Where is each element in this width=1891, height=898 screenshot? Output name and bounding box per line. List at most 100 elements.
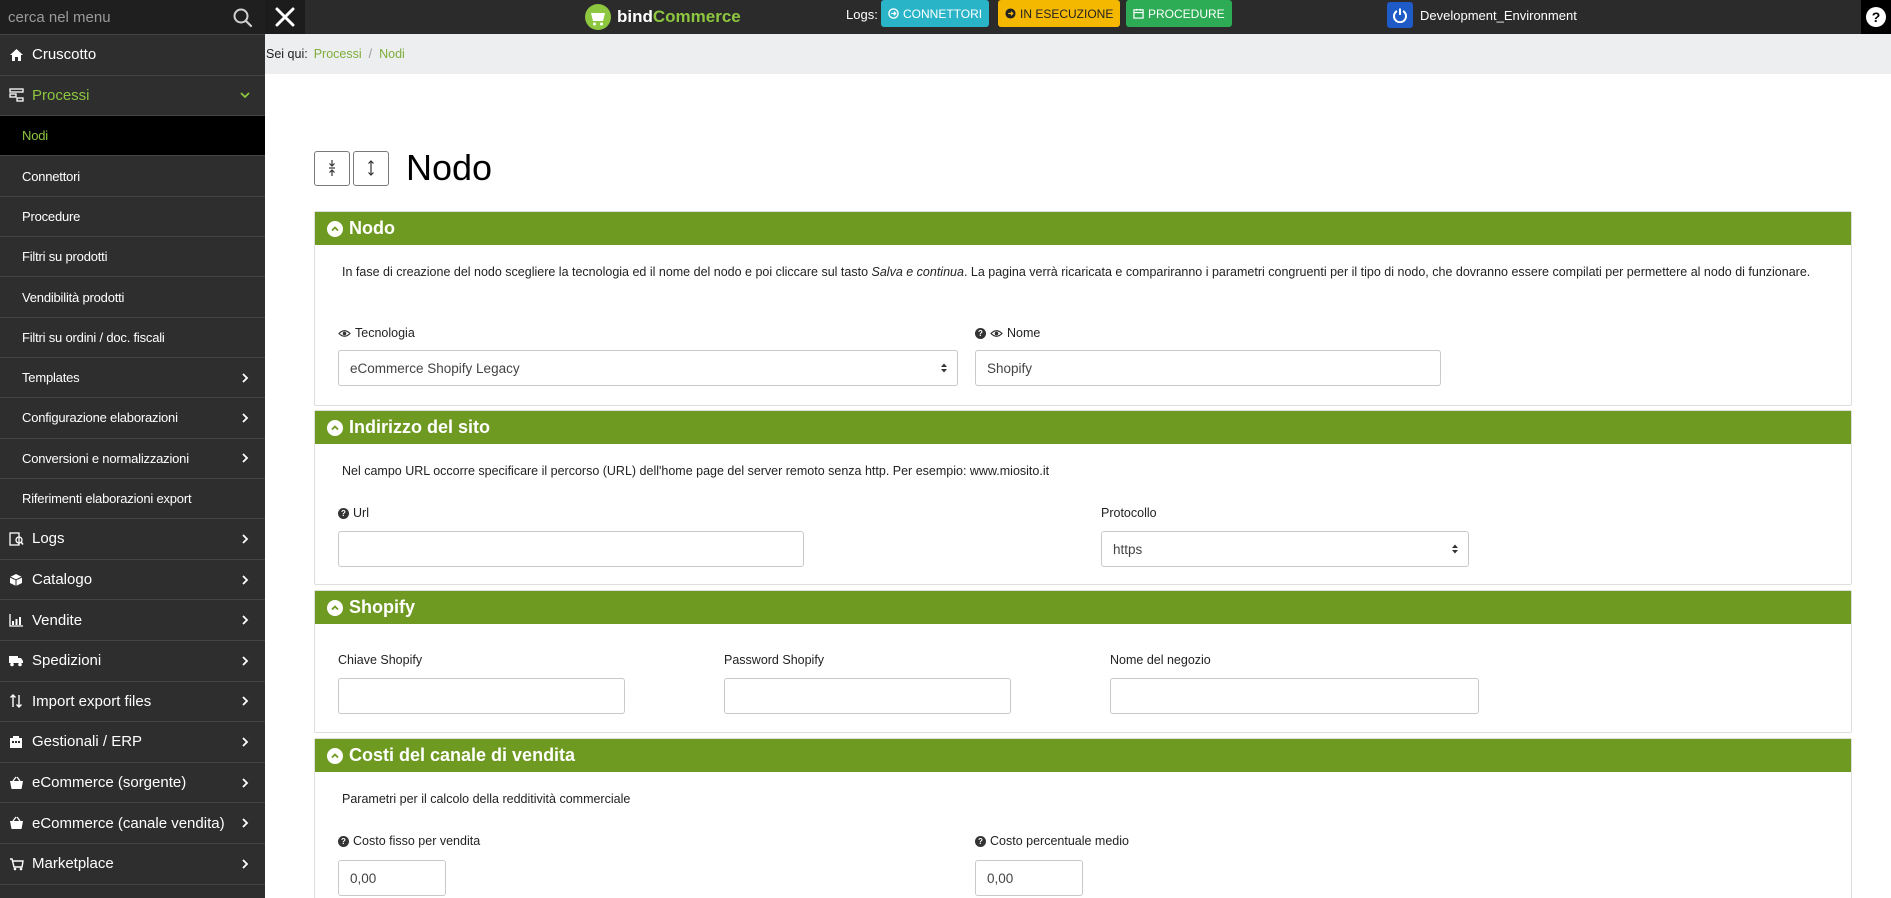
sidebar-item-ecommerce-sorgente[interactable]: eCommerce (sorgente)	[0, 763, 265, 804]
panel-shopify-header[interactable]: Shopify	[315, 591, 1851, 624]
sidebar-item-marketplace[interactable]: Marketplace	[0, 844, 265, 885]
breadcrumb-item-nodi[interactable]: Nodi	[379, 47, 405, 61]
sidebar-subitem-label: Filtri su ordini / doc. fiscali	[22, 329, 165, 345]
sidebar-item-label: eCommerce (sorgente)	[32, 774, 187, 792]
logs-label: Logs:	[846, 7, 878, 22]
breadcrumb-separator: /	[368, 47, 373, 61]
nome-value: Shopify	[987, 360, 1033, 376]
url-label: ? Url	[338, 506, 369, 520]
environment-name: Development_Environment	[1420, 7, 1577, 23]
basket-icon	[8, 815, 24, 831]
logo-text-part2: Commerce	[652, 7, 741, 26]
help-button[interactable]: ?	[1861, 0, 1891, 34]
sidebar-subitem-riferimenti[interactable]: Riferimenti elaborazioni export	[0, 479, 265, 520]
costo-fisso-label-text: Costo fisso per vendita	[353, 834, 481, 848]
search-icon[interactable]	[230, 5, 256, 31]
truck-icon	[8, 653, 24, 669]
logs-icon	[8, 531, 24, 547]
panel-indirizzo-header[interactable]: Indirizzo del sito	[315, 411, 1851, 444]
sidebar-item-label: Cruscotto	[32, 46, 97, 64]
page-title: Nodo	[406, 147, 493, 188]
costo-percentuale-label: ? Costo percentuale medio	[975, 834, 1129, 848]
logs-procedure-button[interactable]: PROCEDURE	[1126, 0, 1232, 27]
basket-icon	[8, 775, 24, 791]
sidebar-subitem-connettori[interactable]: Connettori	[0, 156, 265, 197]
chiave-shopify-label-text: Chiave Shopify	[338, 653, 423, 667]
arrow-circle-icon	[888, 8, 899, 19]
sidebar-item-catalogo[interactable]: Catalogo	[0, 560, 265, 601]
tecnologia-select[interactable]: eCommerce Shopify Legacy	[338, 350, 958, 386]
close-menu-button[interactable]	[265, 0, 305, 34]
environment-switch[interactable]: Development_Environment	[1387, 2, 1577, 28]
protocollo-select[interactable]: https	[1101, 531, 1469, 567]
sidebar-item-processi[interactable]: Processi	[0, 76, 265, 117]
panel-indirizzo-title: Indirizzo del sito	[349, 417, 491, 437]
sidebar-subitem-label: Templates	[22, 370, 80, 386]
sidebar-subitem-label: Vendibilità prodotti	[22, 289, 125, 305]
url-input[interactable]	[338, 531, 804, 567]
chevron-up-circle-icon	[327, 747, 343, 764]
breadcrumb-item-processi[interactable]: Processi	[314, 47, 362, 61]
question-icon: ?	[338, 507, 349, 519]
sort-icon	[8, 693, 24, 709]
sidebar-subitem-conversioni[interactable]: Conversioni e normalizzazioni	[0, 439, 265, 479]
nome-negozio-input[interactable]	[1110, 678, 1479, 714]
panel-indirizzo-description: Nel campo URL occorre specificare il per…	[342, 464, 1050, 478]
chevron-up-circle-icon	[327, 419, 343, 436]
costo-percentuale-input[interactable]: 0,00	[975, 860, 1083, 896]
sidebar-subitem-configurazione[interactable]: Configurazione elaborazioni	[0, 398, 265, 439]
costo-percentuale-value: 0,00	[987, 870, 1014, 886]
panel-costi-header[interactable]: Costi del canale di vendita	[315, 739, 1851, 772]
sidebar-subitem-label: Procedure	[22, 208, 81, 224]
sidebar-item-import-export[interactable]: Import export files	[0, 682, 265, 723]
panel-nodo-title: Nodo	[349, 218, 395, 238]
sidebar-item-ecommerce-canale[interactable]: eCommerce (canale vendita)	[0, 803, 265, 844]
protocollo-label-text: Protocollo	[1101, 506, 1157, 520]
nome-input[interactable]: Shopify	[975, 350, 1441, 386]
chevron-right-icon	[242, 859, 249, 869]
collapse-all-button[interactable]	[314, 150, 350, 186]
eye-icon	[338, 329, 351, 337]
sidebar-item-vendite[interactable]: Vendite	[0, 600, 265, 641]
costo-fisso-input[interactable]: 0,00	[338, 860, 446, 896]
costo-fisso-value: 0,00	[350, 870, 377, 886]
sidebar-item-label: Vendite	[32, 611, 83, 629]
sidebar-item-cruscotto[interactable]: Cruscotto	[0, 35, 265, 76]
menu-search-input[interactable]	[0, 0, 225, 34]
sidebar-subitem-nodi[interactable]: Nodi	[0, 116, 265, 157]
password-shopify-input[interactable]	[724, 678, 1011, 714]
sidebar-subitem-vendibilita[interactable]: Vendibilità prodotti	[0, 277, 265, 318]
collapse-icon	[329, 160, 335, 176]
sidebar-subitem-filtri-prodotti[interactable]: Filtri su prodotti	[0, 237, 265, 278]
sidebar: Cruscotto Processi Nodi Connettori Proce…	[0, 0, 265, 898]
tecnologia-label-text: Tecnologia	[355, 326, 415, 340]
home-icon	[8, 47, 24, 63]
panel-nodo-header[interactable]: Nodo	[315, 212, 1851, 245]
costo-percentuale-label-text: Costo percentuale medio	[990, 834, 1129, 848]
processes-icon	[8, 87, 24, 103]
logs-connettori-label: CONNETTORI	[903, 6, 983, 21]
sidebar-subitem-procedure[interactable]: Procedure	[0, 197, 265, 238]
sidebar-item-label: Catalogo	[32, 571, 93, 589]
chevron-right-icon	[242, 534, 249, 544]
sidebar-item-gestionali[interactable]: Gestionali / ERP	[0, 722, 265, 763]
sidebar-subitem-templates[interactable]: Templates	[0, 358, 265, 399]
question-icon: ?	[338, 835, 349, 847]
power-icon	[1387, 2, 1413, 28]
logs-esecuzione-button[interactable]: IN ESECUZIONE	[998, 0, 1121, 27]
panel-costi: Costi del canale di vendita Parametri pe…	[314, 738, 1852, 898]
erp-icon	[8, 734, 24, 750]
panel-nodo-description-text: In fase di creazione del nodo scegliere …	[342, 265, 872, 279]
expand-all-button[interactable]	[353, 150, 389, 186]
sidebar-item-spedizioni[interactable]: Spedizioni	[0, 641, 265, 682]
sidebar-item-logs[interactable]: Logs	[0, 519, 265, 560]
chevron-right-icon	[242, 818, 249, 828]
sidebar-item-label: Marketplace	[32, 855, 114, 873]
panel-nodo: Nodo In fase di creazione del nodo scegl…	[314, 211, 1852, 406]
chevron-right-icon	[242, 656, 249, 666]
chiave-shopify-label: Chiave Shopify	[338, 653, 422, 667]
sidebar-item-label: Import export files	[32, 692, 152, 710]
logs-connettori-button[interactable]: CONNETTORI	[881, 0, 990, 27]
sidebar-subitem-filtri-ordini[interactable]: Filtri su ordini / doc. fiscali	[0, 318, 265, 358]
chiave-shopify-input[interactable]	[338, 678, 625, 714]
